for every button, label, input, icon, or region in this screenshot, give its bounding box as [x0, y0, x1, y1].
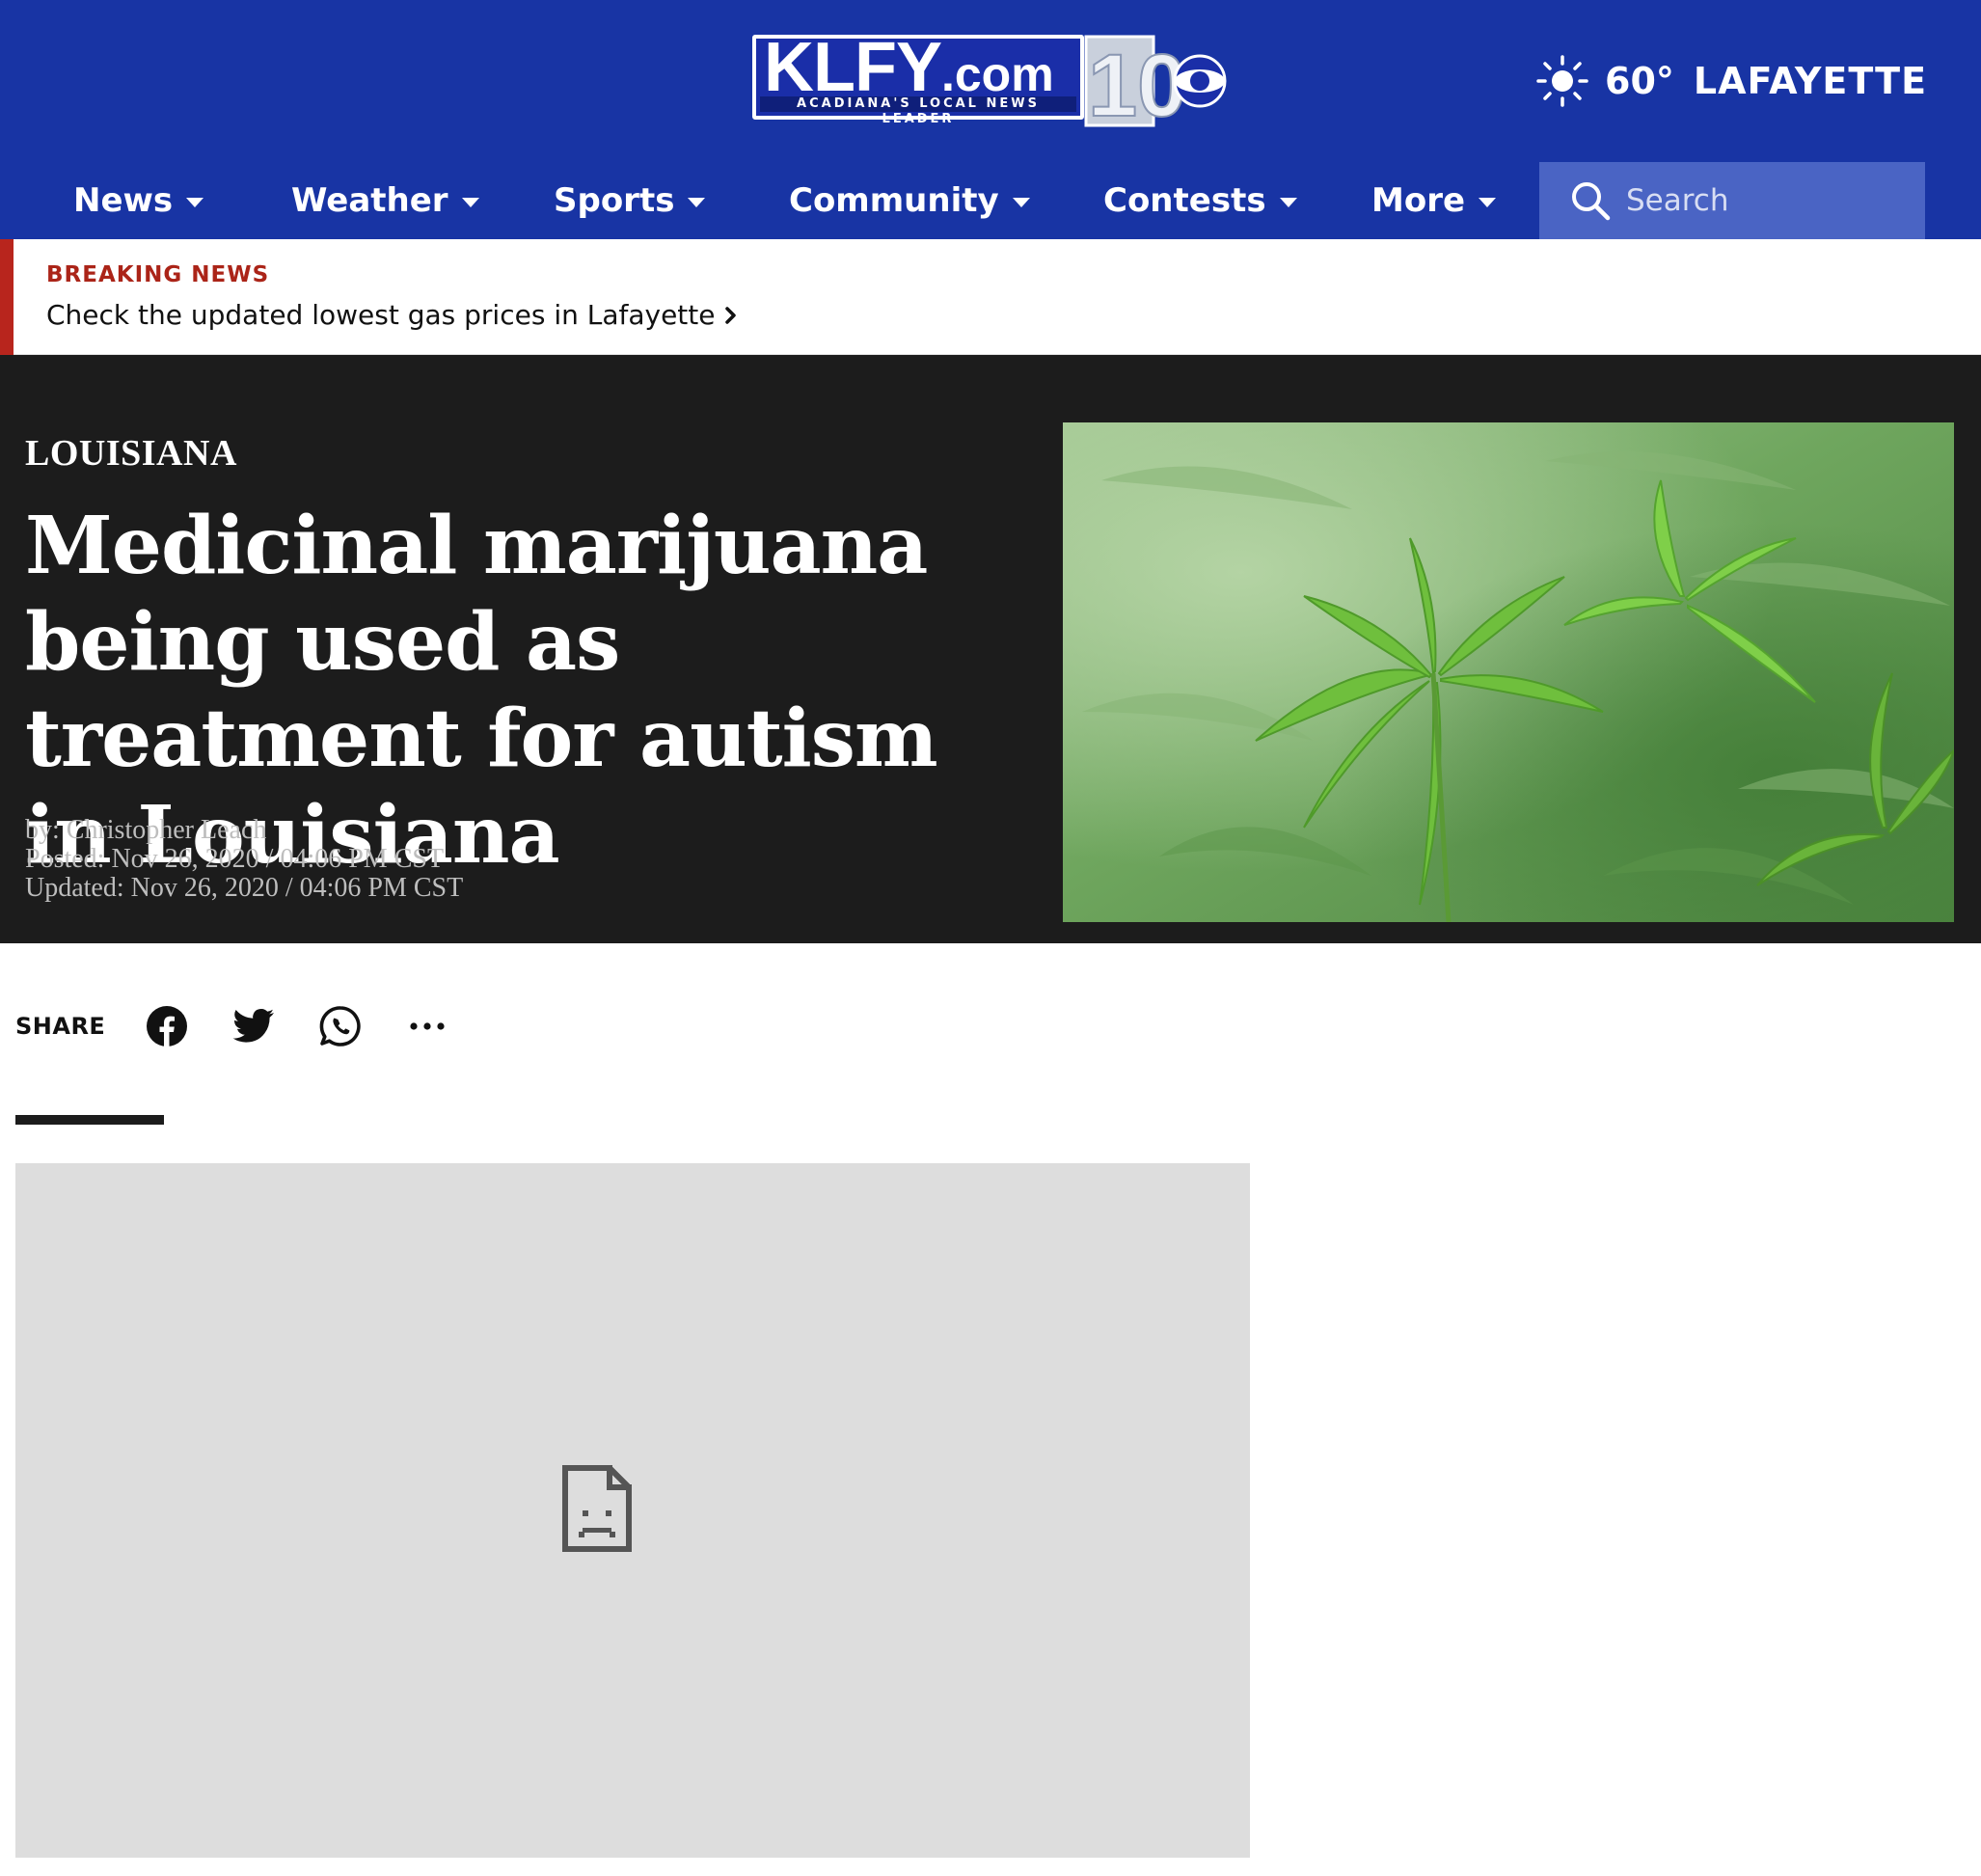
- nav-label: Sports: [554, 181, 675, 220]
- video-embed-placeholder[interactable]: [15, 1163, 1250, 1858]
- nav-item-contests[interactable]: Contests: [1103, 162, 1297, 239]
- facebook-icon: [147, 1006, 188, 1047]
- more-options-icon: [410, 1022, 445, 1030]
- weather-temperature: 60°: [1605, 60, 1674, 102]
- sun-icon: [1536, 55, 1588, 107]
- search-icon[interactable]: [1570, 180, 1611, 221]
- article-meta: by: Christopher Leach Posted: Nov 26, 20…: [25, 816, 463, 903]
- nav-label: Contests: [1103, 181, 1266, 220]
- article-hero-image: [1063, 422, 1954, 922]
- share-label: SHARE: [15, 1013, 106, 1040]
- twitter-icon: [232, 1009, 275, 1043]
- site-logo[interactable]: KLFY.com ACADIANA'S LOCAL NEWS LEADER 10: [752, 29, 1231, 127]
- cannabis-plant-photo: [1063, 422, 1954, 922]
- weather-location: LAFAYETTE: [1693, 60, 1928, 102]
- nav-item-more[interactable]: More: [1371, 162, 1497, 239]
- nav-label: News: [73, 181, 174, 220]
- nav-item-weather[interactable]: Weather: [291, 162, 479, 239]
- article-updated-date: Updated: Nov 26, 2020 / 04:06 PM CST: [25, 873, 464, 903]
- broken-page-icon: [562, 1465, 632, 1552]
- logo-wordmark: KLFY.com: [764, 29, 1054, 106]
- breaking-news-label: BREAKING NEWS: [46, 262, 270, 287]
- nav-item-community[interactable]: Community: [789, 162, 1030, 239]
- twitter-share-button[interactable]: [231, 1003, 277, 1049]
- search-input[interactable]: [1626, 183, 1915, 218]
- main-nav: News Weather Sports Community Contests M…: [0, 162, 1539, 239]
- cbs-channel-10-logo: 10: [1084, 35, 1227, 127]
- nav-label: Community: [789, 181, 999, 220]
- chevron-down-icon: [461, 198, 479, 207]
- weather-widget[interactable]: 60° LAFAYETTE: [1535, 52, 1927, 110]
- content-divider: [15, 1115, 164, 1125]
- breaking-news-accent-bar: [0, 239, 14, 355]
- breaking-news-link[interactable]: Check the updated lowest gas prices in L…: [46, 299, 739, 331]
- share-bar: SHARE: [15, 999, 491, 1053]
- chevron-down-icon: [186, 198, 204, 207]
- logo-wordmark-box: KLFY.com ACADIANA'S LOCAL NEWS LEADER: [752, 29, 1084, 126]
- nav-label: Weather: [291, 181, 448, 220]
- nav-item-sports[interactable]: Sports: [554, 162, 706, 239]
- article-section-link[interactable]: LOUISIANA: [25, 432, 237, 475]
- chevron-down-icon: [1012, 198, 1030, 207]
- breaking-news-headline: Check the updated lowest gas prices in L…: [46, 299, 716, 331]
- more-share-options-button[interactable]: [404, 1003, 450, 1049]
- chevron-right-icon: [724, 306, 736, 324]
- breaking-news-banner[interactable]: BREAKING NEWS Check the updated lowest g…: [0, 239, 1981, 355]
- whatsapp-icon: [319, 1006, 361, 1047]
- logo-tagline: ACADIANA'S LOCAL NEWS LEADER: [760, 96, 1076, 126]
- svg-text:10: 10: [1088, 37, 1186, 127]
- facebook-share-button[interactable]: [144, 1003, 190, 1049]
- article-posted-date: Posted: Nov 26, 2020 / 04:06 PM CST: [25, 844, 445, 874]
- whatsapp-share-button[interactable]: [317, 1003, 364, 1049]
- nav-item-news[interactable]: News: [73, 162, 204, 239]
- article-hero: LOUISIANA Medicinal marijuana being used…: [0, 355, 1981, 943]
- site-header: KLFY.com ACADIANA'S LOCAL NEWS LEADER 10: [0, 0, 1981, 239]
- nav-label: More: [1371, 181, 1466, 220]
- chevron-down-icon: [688, 198, 706, 207]
- search-box[interactable]: [1539, 162, 1925, 239]
- article-byline: by: Christopher Leach: [25, 815, 267, 845]
- chevron-down-icon: [1479, 198, 1497, 207]
- chevron-down-icon: [1279, 198, 1297, 207]
